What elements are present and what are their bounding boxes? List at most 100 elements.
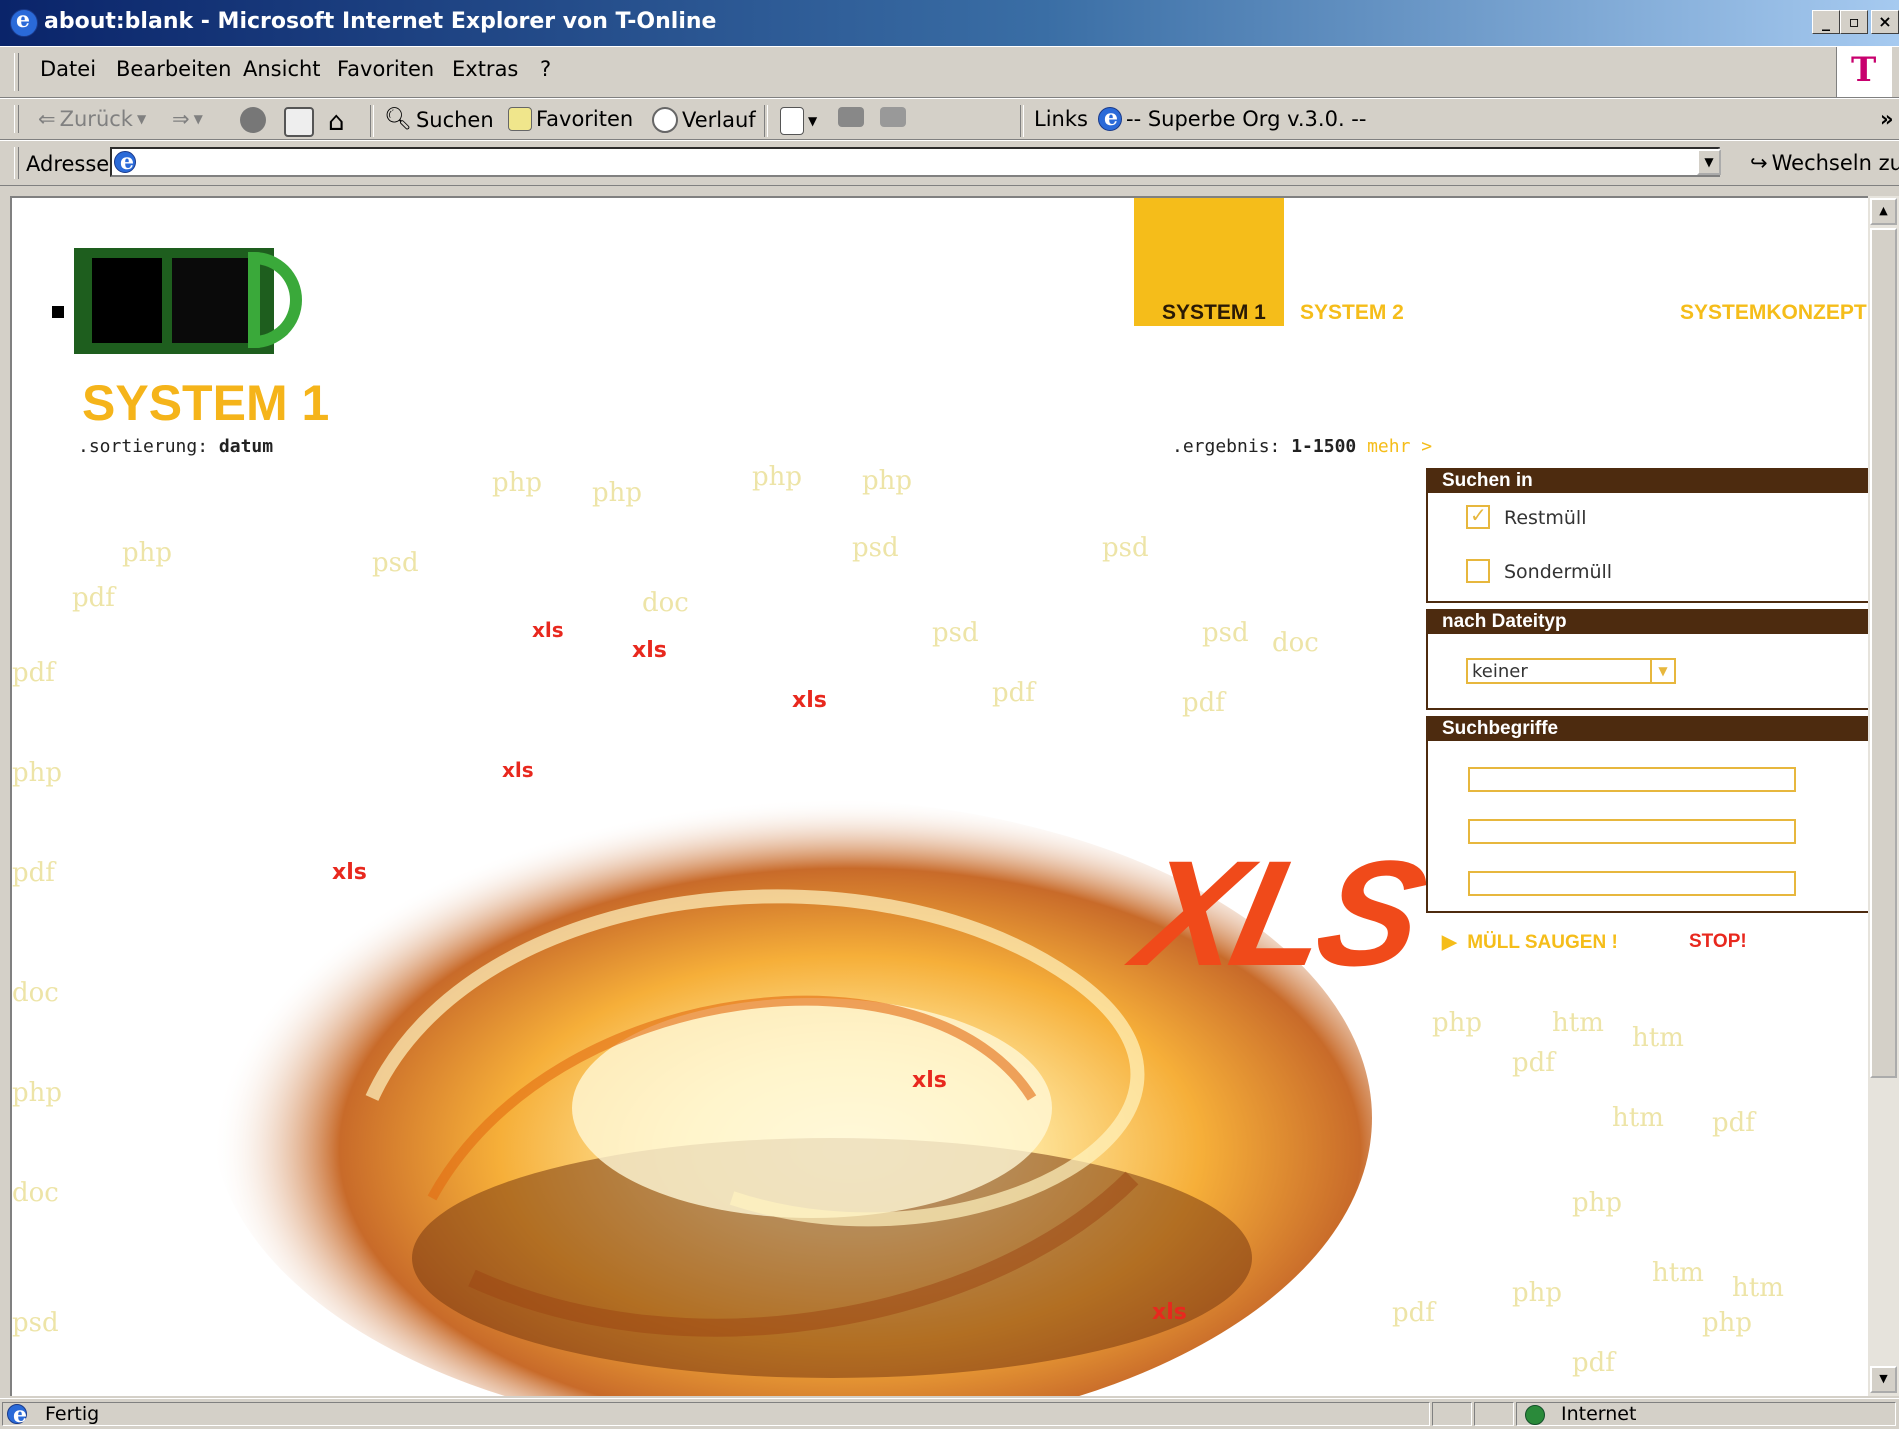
favorites-icon (508, 107, 532, 131)
filetype-select[interactable]: keiner ▼ (1466, 658, 1676, 684)
back-dropdown-icon[interactable]: ▼ (137, 112, 146, 126)
sort-info: .sortierung: datum (78, 436, 273, 457)
minimize-button[interactable]: _ (1812, 10, 1840, 34)
home-button[interactable]: ⌂ (328, 107, 345, 137)
bg-word: psd (1202, 618, 1249, 648)
logo-mark (92, 258, 162, 343)
logo-d-shape (248, 252, 302, 348)
status-panel (1432, 1402, 1472, 1426)
bg-word: php (122, 538, 173, 568)
menu-bearbeiten[interactable]: Bearbeiten (116, 57, 231, 81)
bg-word: psd (372, 548, 419, 578)
restmuell-checkbox[interactable]: ✓ (1466, 503, 1490, 529)
title-bar[interactable]: about:blank - Microsoft Internet Explore… (0, 0, 1899, 46)
bg-word: pdf (1512, 1048, 1555, 1078)
play-arrow-icon: ▶ (1442, 932, 1457, 953)
nav-system2[interactable]: SYSTEM 2 (1300, 301, 1404, 325)
page-title: SYSTEM 1 (82, 375, 330, 431)
search-button[interactable]: 🔍︎ Suchen (384, 107, 494, 132)
sort-value[interactable]: datum (219, 436, 273, 457)
link-superbe-label: -- Superbe Org v.3.0. -- (1126, 107, 1367, 131)
sondermuell-checkbox[interactable] (1466, 559, 1490, 583)
scroll-thumb[interactable] (1870, 228, 1897, 1078)
status-bar: Fertig Internet (0, 1398, 1899, 1429)
nav-system1[interactable]: SYSTEM 1 (1162, 301, 1266, 325)
maximize-button[interactable]: ▫ (1840, 10, 1868, 34)
chevron-down-icon[interactable]: ▼ (1650, 660, 1674, 682)
edit-button[interactable] (880, 107, 906, 127)
standard-toolbar: ⇐ Zurück ▼ ⇒ ▼ ⌂ 🔍︎ Suchen Favoriten Ver… (0, 98, 1899, 140)
keyword-field-2[interactable] (1468, 819, 1796, 844)
toolbar-overflow-icon[interactable]: » (1880, 107, 1894, 131)
bg-word: pdf (1712, 1108, 1755, 1138)
refresh-button[interactable] (284, 107, 314, 137)
menu-grip (14, 53, 19, 91)
swirl-artwork (172, 678, 1372, 1396)
go-button[interactable]: ↪ Wechseln zu (1750, 151, 1899, 175)
bg-word: php (1432, 1008, 1483, 1038)
refresh-icon (284, 107, 314, 137)
mail-button[interactable]: ▼ (780, 107, 817, 135)
brand-box: T (1836, 47, 1892, 97)
print-button[interactable] (838, 107, 864, 127)
site-logo[interactable] (52, 248, 332, 358)
forward-button[interactable]: ⇒ ▼ (172, 107, 203, 131)
status-zone: Internet (1561, 1403, 1637, 1425)
bg-word: pdf (1572, 1348, 1615, 1378)
bg-word: htm (1632, 1023, 1684, 1053)
history-icon (652, 107, 678, 133)
keyword-field-1[interactable] (1468, 767, 1796, 792)
menu-help[interactable]: ? (540, 57, 551, 81)
links-label: Links (1034, 107, 1088, 131)
bg-word: htm (1612, 1103, 1664, 1133)
print-icon (838, 107, 864, 127)
toolbar-grip (14, 105, 19, 133)
history-button[interactable]: Verlauf (652, 107, 756, 133)
bg-word: pdf (1392, 1298, 1435, 1328)
page-icon (1098, 105, 1122, 131)
go-label: Wechseln zu (1771, 151, 1899, 175)
keywords-box (1426, 741, 1868, 913)
go-arrow-icon: ↪ (1750, 151, 1768, 175)
forward-dropdown-icon[interactable]: ▼ (194, 112, 203, 126)
bg-word: php (1702, 1308, 1753, 1338)
keyword-field-3[interactable] (1468, 871, 1796, 896)
submit-label: MÜLL SAUGEN ! (1467, 932, 1618, 953)
menu-extras[interactable]: Extras (452, 57, 518, 81)
xls-tag: xls (532, 618, 564, 642)
favorites-button[interactable]: Favoriten (508, 107, 633, 131)
address-grip (14, 147, 19, 179)
more-link[interactable]: mehr > (1367, 436, 1432, 457)
xls-big-label: XLS (1124, 829, 1434, 997)
link-superbe[interactable]: -- Superbe Org v.3.0. -- (1098, 105, 1367, 131)
bg-word: psd (932, 618, 979, 648)
nav-systemkonzept[interactable]: SYSTEMKONZEPT (1680, 301, 1867, 325)
bg-word: psd (12, 1308, 59, 1338)
scroll-up-icon[interactable]: ▲ (1870, 198, 1897, 225)
xls-tag: xls (1152, 1300, 1187, 1325)
back-button[interactable]: ⇐ Zurück ▼ (38, 107, 146, 131)
menu-ansicht[interactable]: Ansicht (243, 57, 321, 81)
vertical-scrollbar[interactable]: ▲ ▼ (1868, 196, 1899, 1396)
xls-tag: xls (332, 860, 367, 885)
address-input[interactable] (110, 147, 1720, 177)
bg-word: php (862, 466, 913, 496)
stop-button[interactable] (240, 107, 266, 133)
mail-dropdown-icon[interactable]: ▼ (808, 114, 817, 128)
bg-word: psd (852, 533, 899, 563)
submit-button[interactable]: ▶ MÜLL SAUGEN ! (1442, 931, 1618, 954)
restmuell-label: Restmüll (1504, 507, 1587, 529)
xls-tag: xls (502, 758, 534, 782)
scroll-down-icon[interactable]: ▼ (1870, 1366, 1897, 1393)
bg-word: htm (1652, 1258, 1704, 1288)
back-arrow-icon: ⇐ (38, 107, 56, 131)
filetype-value: keiner (1472, 661, 1528, 682)
address-dropdown-icon[interactable]: ▼ (1697, 149, 1721, 175)
stop-link[interactable]: STOP! (1689, 931, 1747, 953)
menu-datei[interactable]: Datei (40, 57, 96, 81)
menu-favoriten[interactable]: Favoriten (337, 57, 434, 81)
bg-word: php (492, 468, 543, 498)
address-page-icon (114, 149, 136, 175)
stop-icon (240, 107, 266, 133)
close-button[interactable]: × (1871, 10, 1899, 34)
